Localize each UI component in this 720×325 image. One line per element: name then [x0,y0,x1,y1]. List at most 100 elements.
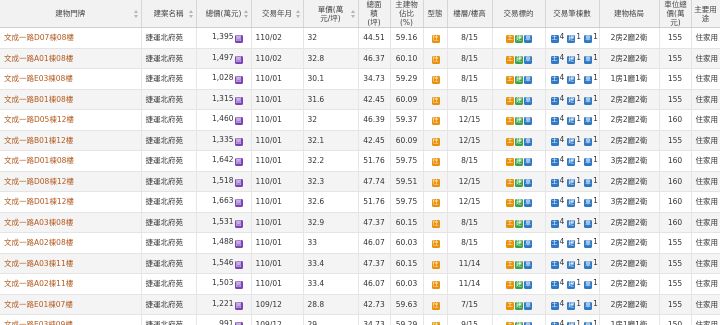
address-link[interactable]: 文成一路A03棟11樓 [0,253,142,274]
sort-icon[interactable] [295,9,301,18]
col-label: 交易年月 [262,9,292,18]
trade-count-cell: 土4建1車1 [545,191,600,213]
table-row[interactable]: 文成一路A03棟11樓 捷運北府苑 1,546 圖 110/01 33.4 47.37 60.… [0,253,720,274]
table-row[interactable]: 文成一路E03棟08樓 捷運北府苑 1,028 圖 110/01 30.1 34.73 59.… [0,68,720,90]
building-count-icon: 建 [567,260,576,269]
address-link[interactable]: 文成一路A02棟11樓 [0,273,142,295]
sort-icon[interactable] [350,9,356,18]
parking-price-cell: 155 [659,89,692,110]
col-header-type[interactable]: 型態 [423,0,448,28]
floorplan-icon[interactable]: 圖 [234,240,243,249]
parking-price-cell: 155 [659,130,692,151]
floorplan-icon[interactable]: 圖 [234,301,243,310]
col-header-community[interactable]: 建案名稱 [141,0,197,28]
table-row[interactable]: 文成一路D01棟08樓 捷運北府苑 1,642 圖 110/01 32.2 51.76 59.… [0,150,720,172]
type-cell: 住 [423,150,448,172]
parking-price-cell: 160 [659,109,692,131]
building-count: 1 [576,237,582,247]
floorplan-icon[interactable]: 圖 [234,55,243,64]
table-row[interactable]: 文成一路A01棟08樓 捷運北府苑 1,497 圖 110/02 32.8 46.37 60.… [0,48,720,69]
building-count-icon: 建 [567,158,576,167]
floorplan-icon[interactable]: 圖 [234,35,243,44]
land-icon: 土 [506,260,514,269]
address-link[interactable]: 文成一路A01棟08樓 [0,48,142,69]
land-count-icon: 土 [550,55,559,64]
address-link[interactable]: 文成一路D01棟12樓 [0,191,142,213]
col-header-trade-target[interactable]: 交易標的 [492,0,546,28]
sort-icon[interactable] [243,9,249,18]
floorplan-icon[interactable]: 圖 [234,281,243,290]
address-link[interactable]: 文成一路E03棟09樓 [0,314,142,325]
col-label: 車位總價(萬元) [664,0,687,27]
layout-cell: 2房2廳2衛 [599,27,660,49]
total-area-cell: 34.73 [358,68,391,90]
parking-price-cell: 155 [659,294,692,315]
floorplan-icon[interactable]: 圖 [234,117,243,126]
table-row[interactable]: 文成一路E01棟07樓 捷運北府苑 1,221 圖 109/12 28.8 42.73 59.… [0,294,720,315]
main-ratio-cell: 60.03 [390,232,424,254]
floorplan-icon[interactable]: 圖 [234,178,243,187]
land-icon: 土 [506,301,514,310]
floorplan-icon[interactable]: 圖 [234,76,243,85]
sort-icon[interactable] [133,9,139,18]
col-header-address[interactable]: 建物門牌 [0,0,142,28]
trade-count-cell: 土4建1車1 [545,48,600,69]
unit-price-cell: 32.9 [303,212,359,233]
unit-price-cell: 30.1 [303,68,359,90]
floorplan-icon[interactable]: 圖 [234,199,243,208]
col-header-trade-count[interactable]: 交易筆棟數 [545,0,600,28]
floorplan-icon[interactable]: 圖 [234,158,243,167]
col-header-total-area[interactable]: 總面積(坪) [358,0,391,28]
table-row[interactable]: 文成一路A02棟08樓 捷運北府苑 1,488 圖 110/01 33 46.07 60.03… [0,232,720,254]
land-count: 4 [559,175,565,185]
parking-count: 1 [593,175,598,185]
col-header-total-price[interactable]: 總價(萬元) [196,0,252,28]
table-row[interactable]: 文成一路D07棟08樓 捷運北府苑 1,395 圖 110/02 32 44.51 59.16… [0,27,720,49]
address-link[interactable]: 文成一路E03棟08樓 [0,68,142,90]
total-price-cell: 1,497 圖 [196,48,252,69]
col-header-trade-date[interactable]: 交易年月 [251,0,304,28]
col-header-unit-price[interactable]: 單價(萬元/坪) [303,0,359,28]
col-header-main-ratio[interactable]: 主建物佔比(%) [390,0,424,28]
col-header-layout[interactable]: 建物格局 [599,0,660,28]
parking-price-cell: 155 [659,232,692,254]
address-link[interactable]: 文成一路E01棟07樓 [0,294,142,315]
building-count-icon: 建 [567,219,576,228]
table-row[interactable]: 文成一路D05棟12樓 捷運北府苑 1,460 圖 110/01 32 46.39 59.37… [0,109,720,131]
parking-icon: 車 [524,301,532,310]
type-cell: 住 [423,273,448,295]
floor-cell: 11/14 [447,273,493,295]
col-header-floor[interactable]: 樓層/樓高 [447,0,493,28]
col-header-parking-price[interactable]: 車位總價(萬元) [659,0,692,28]
main-ratio-cell: 60.09 [390,130,424,151]
floorplan-icon[interactable]: 圖 [234,219,243,228]
col-header-usage[interactable]: 主要用途 [691,0,720,28]
address-link[interactable]: 文成一路D07棟08樓 [0,27,142,49]
address-link[interactable]: 文成一路D08棟12樓 [0,171,142,192]
table-row[interactable]: 文成一路B01棟08樓 捷運北府苑 1,315 圖 110/01 31.6 42.45 60.… [0,89,720,110]
address-link[interactable]: 文成一路A03棟08樓 [0,212,142,233]
total-area-cell: 46.07 [358,273,391,295]
table-row[interactable]: 文成一路A03棟08樓 捷運北府苑 1,531 圖 110/01 32.9 47.37 60.… [0,212,720,233]
address-link[interactable]: 文成一路B01棟08樓 [0,89,142,110]
total-area-cell: 44.51 [358,27,391,49]
land-icon: 土 [506,240,514,249]
address-link[interactable]: 文成一路D01棟08樓 [0,150,142,172]
table-row[interactable]: 文成一路E03棟09樓捷運北府苑991圖109/122934.7359.29住9… [0,314,720,325]
table-row[interactable]: 文成一路B01棟12樓 捷運北府苑 1,335 圖 110/01 32.1 42.45 60.… [0,130,720,151]
floorplan-icon[interactable]: 圖 [234,260,243,269]
table-row[interactable]: 文成一路A02棟11樓 捷運北府苑 1,503 圖 110/01 33.4 46.07 60.… [0,273,720,295]
land-count-icon: 土 [550,301,559,310]
community-cell: 捷運北府苑 [141,314,197,325]
floorplan-icon[interactable]: 圖 [234,137,243,146]
sort-icon[interactable] [188,9,194,18]
table-row[interactable]: 文成一路D08棟12樓 捷運北府苑 1,518 圖 110/01 32.3 47.74 59.… [0,171,720,192]
address-link[interactable]: 文成一路B01棟12樓 [0,130,142,151]
usage-cell: 住家用 [691,191,720,213]
building-icon: 建 [515,117,523,126]
floorplan-icon[interactable]: 圖 [234,96,243,105]
table-row[interactable]: 文成一路D01棟12樓 捷運北府苑 1,663 圖 110/01 32.6 51.76 59.… [0,191,720,213]
address-link[interactable]: 文成一路D05棟12樓 [0,109,142,131]
building-count: 1 [576,155,582,165]
address-link[interactable]: 文成一路A02棟08樓 [0,232,142,254]
